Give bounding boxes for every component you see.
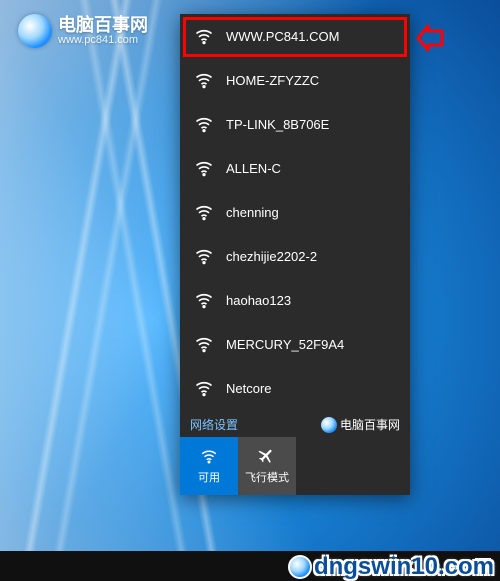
tray-overflow-icon[interactable] — [376, 555, 398, 577]
wifi-ssid: MERCURY_52F9A4 — [226, 337, 344, 352]
wifi-network-item[interactable]: WWW.PC841.COM — [180, 14, 410, 58]
wifi-signal-icon — [194, 202, 214, 222]
network-settings-bar: 网络设置 电脑百事网 — [180, 410, 410, 437]
wifi-signal-icon — [194, 26, 214, 46]
taskbar — [0, 551, 500, 581]
site-logo-icon — [18, 14, 52, 48]
wifi-network-item[interactable]: ALLEN-C — [180, 146, 410, 190]
wifi-network-item[interactable]: chenning — [180, 190, 410, 234]
annotation-arrow-icon — [416, 24, 444, 57]
wifi-network-list: WWW.PC841.COM HOME-ZFYZZC TP-LINK_8B706E… — [180, 14, 410, 410]
wifi-ssid: Netcore — [226, 381, 272, 396]
inline-site-logo: 电脑百事网 — [321, 416, 400, 433]
wifi-icon — [200, 447, 218, 465]
site-logo: 电脑百事网 www.pc841.com — [18, 14, 148, 48]
quick-action-wifi[interactable]: 可用 — [180, 437, 238, 495]
quick-action-airplane[interactable]: 飞行模式 — [238, 437, 296, 495]
wifi-network-item[interactable]: MERCURY_52F9A4 — [180, 322, 410, 366]
airplane-icon — [258, 447, 276, 465]
site-logo-url: www.pc841.com — [58, 34, 148, 46]
wifi-network-item[interactable]: chezhijie2202-2 — [180, 234, 410, 278]
tray-browser-icon[interactable] — [424, 555, 446, 577]
wifi-ssid: haohao123 — [226, 293, 291, 308]
quick-action-wifi-label: 可用 — [198, 469, 220, 485]
wifi-signal-icon — [194, 290, 214, 310]
quick-actions-row: 可用 飞行模式 — [180, 437, 410, 495]
inline-site-logo-icon — [321, 417, 337, 433]
wifi-ssid: ALLEN-C — [226, 161, 281, 176]
wifi-network-item[interactable]: TP-LINK_8B706E — [180, 102, 410, 146]
wifi-signal-icon — [194, 114, 214, 134]
wifi-signal-icon — [194, 158, 214, 178]
wifi-ssid: chenning — [226, 205, 279, 220]
quick-action-airplane-label: 飞行模式 — [245, 469, 289, 485]
wifi-ssid: WWW.PC841.COM — [226, 29, 339, 44]
site-logo-cn: 电脑百事网 — [58, 16, 148, 34]
wifi-signal-icon — [194, 334, 214, 354]
inline-site-logo-text: 电脑百事网 — [340, 416, 400, 433]
wifi-ssid: TP-LINK_8B706E — [226, 117, 329, 132]
network-settings-link[interactable]: 网络设置 — [190, 418, 238, 432]
tray-action-center-icon[interactable] — [472, 555, 494, 577]
wifi-network-item[interactable]: HOME-ZFYZZC — [180, 58, 410, 102]
wifi-signal-icon — [194, 246, 214, 266]
tray-shield-icon[interactable] — [448, 555, 470, 577]
wifi-signal-icon — [194, 70, 214, 90]
wifi-ssid: HOME-ZFYZZC — [226, 73, 319, 88]
wifi-ssid: chezhijie2202-2 — [226, 249, 317, 264]
wifi-network-item[interactable]: haohao123 — [180, 278, 410, 322]
tray-people-icon[interactable] — [400, 555, 422, 577]
wifi-signal-icon — [194, 378, 214, 398]
wifi-flyout: WWW.PC841.COM HOME-ZFYZZC TP-LINK_8B706E… — [180, 14, 410, 495]
wifi-network-item[interactable]: Netcore — [180, 366, 410, 410]
